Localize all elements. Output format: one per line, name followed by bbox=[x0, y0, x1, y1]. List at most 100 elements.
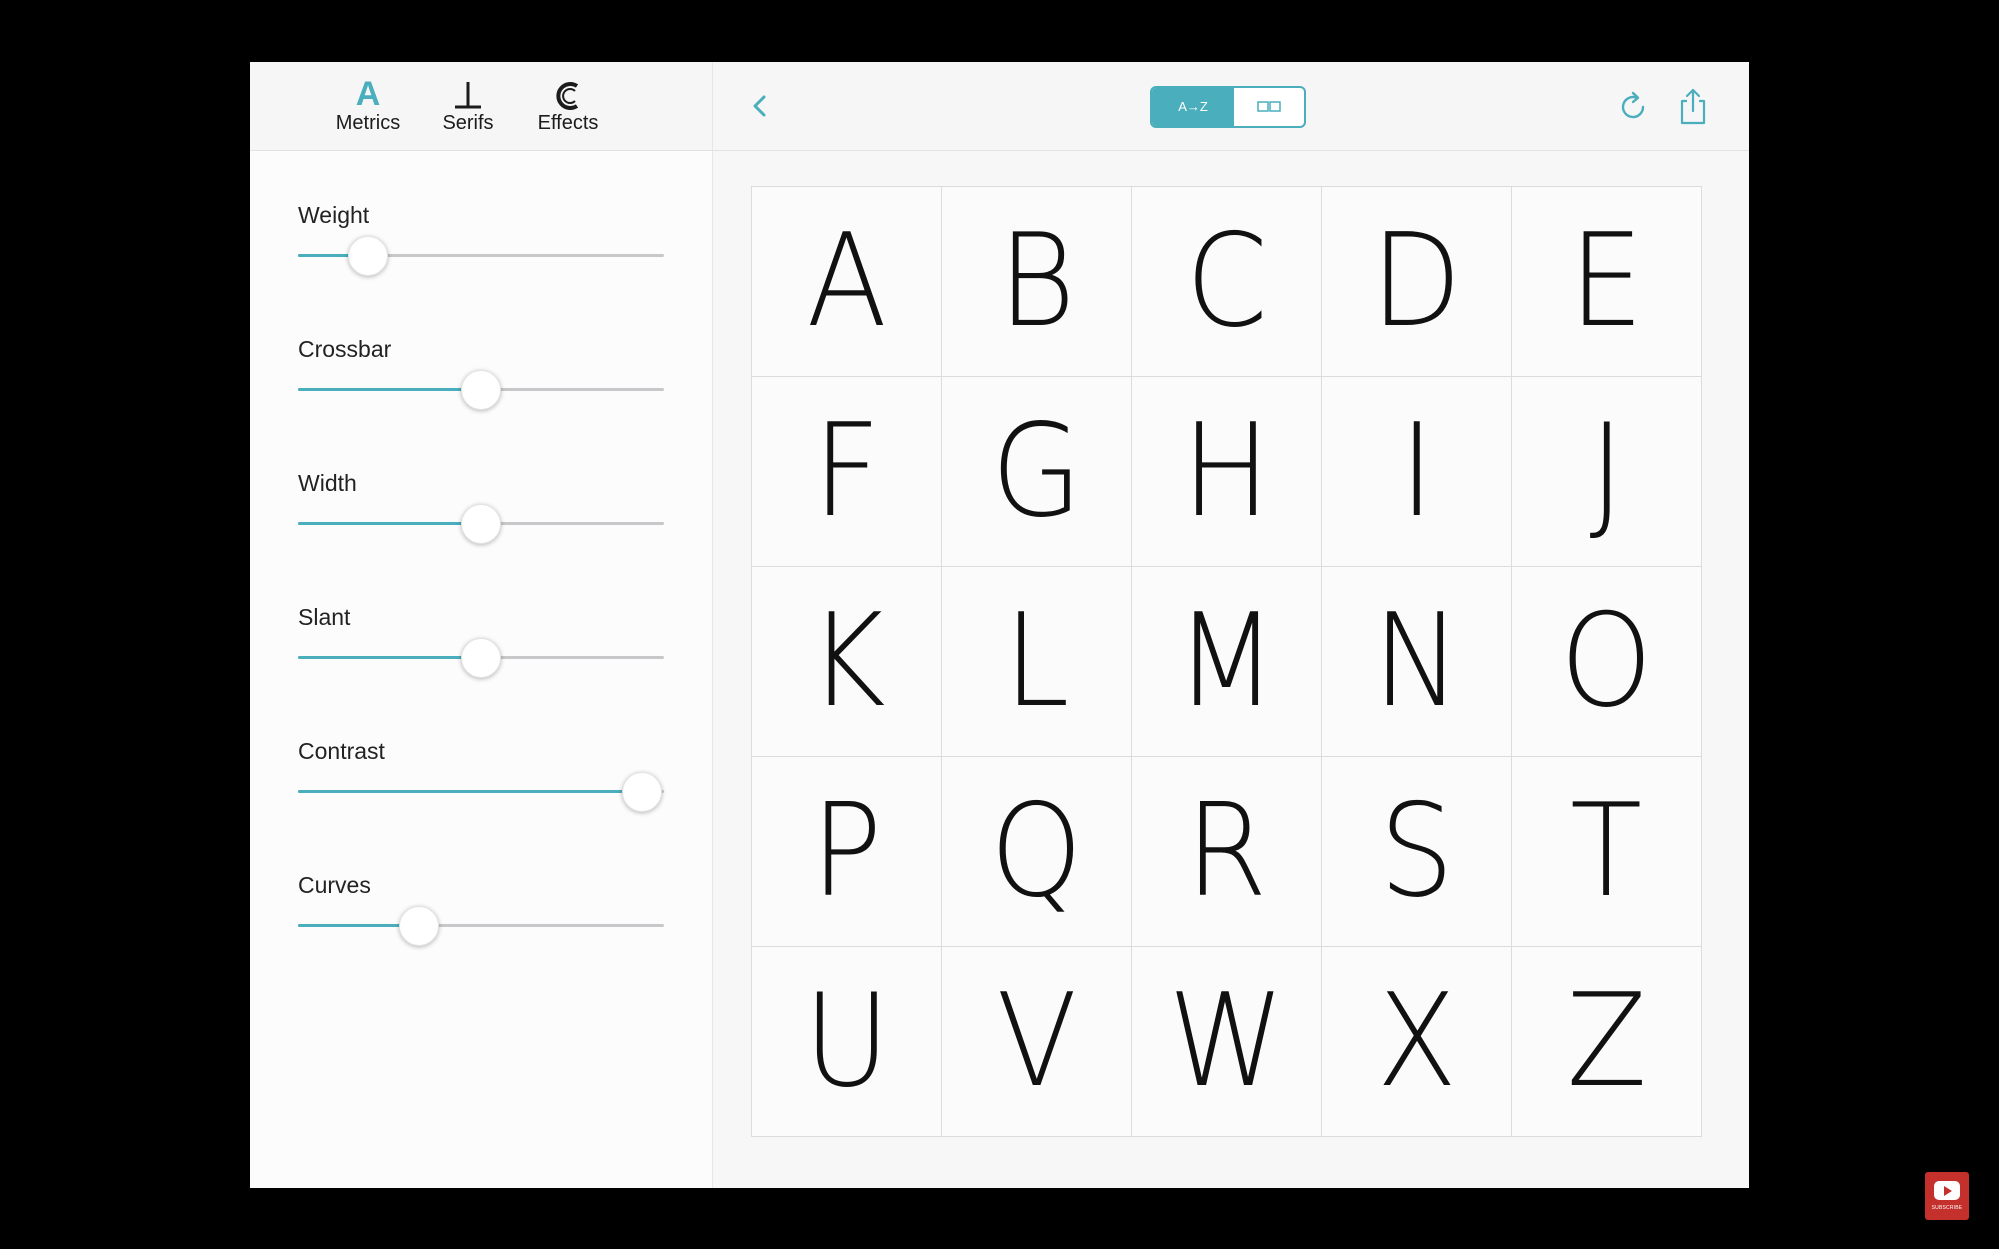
youtube-play-icon bbox=[1934, 1181, 1960, 1200]
glyph-cell[interactable]: G bbox=[942, 377, 1132, 567]
metrics-panel: A Metrics Serifs Effects Weight Crossbar… bbox=[250, 62, 713, 1188]
glyph-cell[interactable]: I bbox=[1322, 377, 1512, 567]
tab-effects-label: Effects bbox=[537, 112, 599, 134]
glyph-cell[interactable]: B bbox=[942, 187, 1132, 377]
share-button[interactable] bbox=[1676, 86, 1710, 126]
slider-label: Slant bbox=[298, 604, 351, 630]
tool-tabs: A Metrics Serifs Effects bbox=[250, 62, 712, 151]
glyph-char: K bbox=[807, 587, 886, 736]
glyph-char: O bbox=[1560, 587, 1653, 736]
glyph-cell[interactable]: O bbox=[1512, 567, 1702, 757]
glyph-char: B bbox=[997, 207, 1076, 356]
slider-label: Curves bbox=[298, 872, 371, 898]
slider-slant: Slant bbox=[298, 604, 664, 704]
glyph-char: X bbox=[1376, 967, 1457, 1116]
glyph-char: S bbox=[1379, 777, 1454, 926]
refresh-button[interactable] bbox=[1616, 90, 1650, 124]
slider-crossbar: Crossbar bbox=[298, 336, 664, 436]
glyph-cell[interactable]: Q bbox=[942, 757, 1132, 947]
glyph-cell[interactable]: E bbox=[1512, 187, 1702, 377]
pair-view-icon bbox=[1257, 101, 1281, 112]
subscribe-badge[interactable]: SUBSCRIBE bbox=[1925, 1172, 1969, 1220]
glyph-cell[interactable]: C bbox=[1132, 187, 1322, 377]
metrics-icon: A bbox=[355, 75, 381, 113]
app-window: A Metrics Serifs Effects Weight Crossbar… bbox=[250, 62, 1749, 1188]
glyph-cell[interactable]: R bbox=[1132, 757, 1322, 947]
glyph-char: G bbox=[990, 397, 1083, 546]
tab-metrics-label: Metrics bbox=[335, 112, 401, 134]
view-toggle: A→Z bbox=[1150, 86, 1306, 128]
slider-thumb[interactable] bbox=[461, 638, 501, 678]
glyph-char: N bbox=[1372, 587, 1461, 736]
slider-thumb[interactable] bbox=[398, 906, 439, 946]
glyph-char: I bbox=[1399, 397, 1434, 546]
glyph-char: Q bbox=[990, 777, 1083, 926]
slider-fill bbox=[298, 388, 481, 391]
glyph-cell[interactable]: K bbox=[752, 567, 942, 757]
tab-metrics[interactable]: A Metrics bbox=[322, 74, 414, 144]
slider-thumb[interactable] bbox=[461, 370, 501, 410]
preview-toolbar: A→Z bbox=[713, 62, 1749, 151]
tab-effects[interactable]: Effects bbox=[522, 74, 614, 144]
glyph-grid: ABCDE FGHI J KLMNO PQRST UVWXZ bbox=[751, 186, 1702, 1137]
glyph-char: E bbox=[1569, 207, 1644, 356]
glyph-cell[interactable]: D bbox=[1322, 187, 1512, 377]
glyph-char: A bbox=[806, 207, 887, 356]
slider-thumb[interactable] bbox=[622, 772, 663, 812]
glyph-char: H bbox=[1182, 397, 1271, 546]
glyph-char: R bbox=[1185, 777, 1268, 926]
share-icon bbox=[1680, 88, 1706, 125]
glyph-cell[interactable]: Z bbox=[1512, 947, 1702, 1137]
glyph-cell[interactable]: S bbox=[1322, 757, 1512, 947]
glyph-char: D bbox=[1371, 207, 1462, 356]
glyph-char: C bbox=[1185, 207, 1268, 356]
serifs-icon bbox=[422, 74, 514, 114]
glyph-char: F bbox=[812, 397, 881, 546]
glyph-cell[interactable]: T bbox=[1512, 757, 1702, 947]
slider-curves: Curves bbox=[298, 872, 664, 972]
glyph-cell[interactable]: X bbox=[1322, 947, 1512, 1137]
toggle-az-button[interactable]: A→Z bbox=[1152, 88, 1234, 126]
glyph-cell[interactable]: U bbox=[752, 947, 942, 1137]
glyph-char: T bbox=[1570, 777, 1643, 926]
refresh-icon bbox=[1621, 91, 1645, 119]
glyph-char: P bbox=[810, 777, 883, 926]
glyph-char: V bbox=[996, 967, 1077, 1116]
glyph-cell[interactable]: M bbox=[1132, 567, 1322, 757]
preview-panel: A→Z A B C D E F G H I J K L M N O P Q R … bbox=[713, 62, 1749, 1188]
toggle-pair-button[interactable] bbox=[1234, 88, 1304, 126]
slider-fill bbox=[298, 522, 481, 525]
slider-label: Crossbar bbox=[298, 336, 392, 362]
slider-fill bbox=[298, 790, 643, 793]
glyph-char: U bbox=[803, 967, 890, 1116]
back-button[interactable] bbox=[743, 88, 779, 124]
glyph-cell[interactable]: W bbox=[1132, 947, 1322, 1137]
glyph-cell[interactable]: N bbox=[1322, 567, 1512, 757]
slider-width: Width bbox=[298, 470, 664, 570]
glyph-cell[interactable]: L bbox=[942, 567, 1132, 757]
slider-label: Weight bbox=[298, 202, 370, 228]
slider-label: Width bbox=[298, 470, 357, 496]
glyph-cell[interactable]: H bbox=[1132, 377, 1322, 567]
glyph-char: Z bbox=[1566, 967, 1647, 1116]
glyph-cell[interactable]: V bbox=[942, 947, 1132, 1137]
glyph-cell[interactable]: A bbox=[752, 187, 942, 377]
tab-serifs[interactable]: Serifs bbox=[422, 74, 514, 144]
chevron-left-icon bbox=[753, 95, 766, 117]
glyph-char: M bbox=[1175, 587, 1278, 736]
slider-thumb[interactable] bbox=[347, 236, 388, 276]
glyph-char: J bbox=[1589, 397, 1624, 546]
slider-weight: Weight bbox=[298, 202, 664, 302]
glyph-cell[interactable]: J bbox=[1512, 377, 1702, 567]
glyph-cell[interactable]: P bbox=[752, 757, 942, 947]
slider-label: Contrast bbox=[298, 738, 385, 764]
slider-fill bbox=[298, 656, 481, 659]
effects-icon bbox=[522, 74, 614, 114]
glyph-char: L bbox=[1003, 587, 1070, 736]
slider-thumb[interactable] bbox=[461, 504, 501, 544]
tab-serifs-label: Serifs bbox=[442, 112, 494, 134]
subscribe-text: SUBSCRIBE bbox=[1931, 1205, 1963, 1211]
slider-contrast: Contrast bbox=[298, 738, 664, 838]
glyph-char: W bbox=[1168, 967, 1285, 1116]
glyph-cell[interactable]: F bbox=[752, 377, 942, 567]
